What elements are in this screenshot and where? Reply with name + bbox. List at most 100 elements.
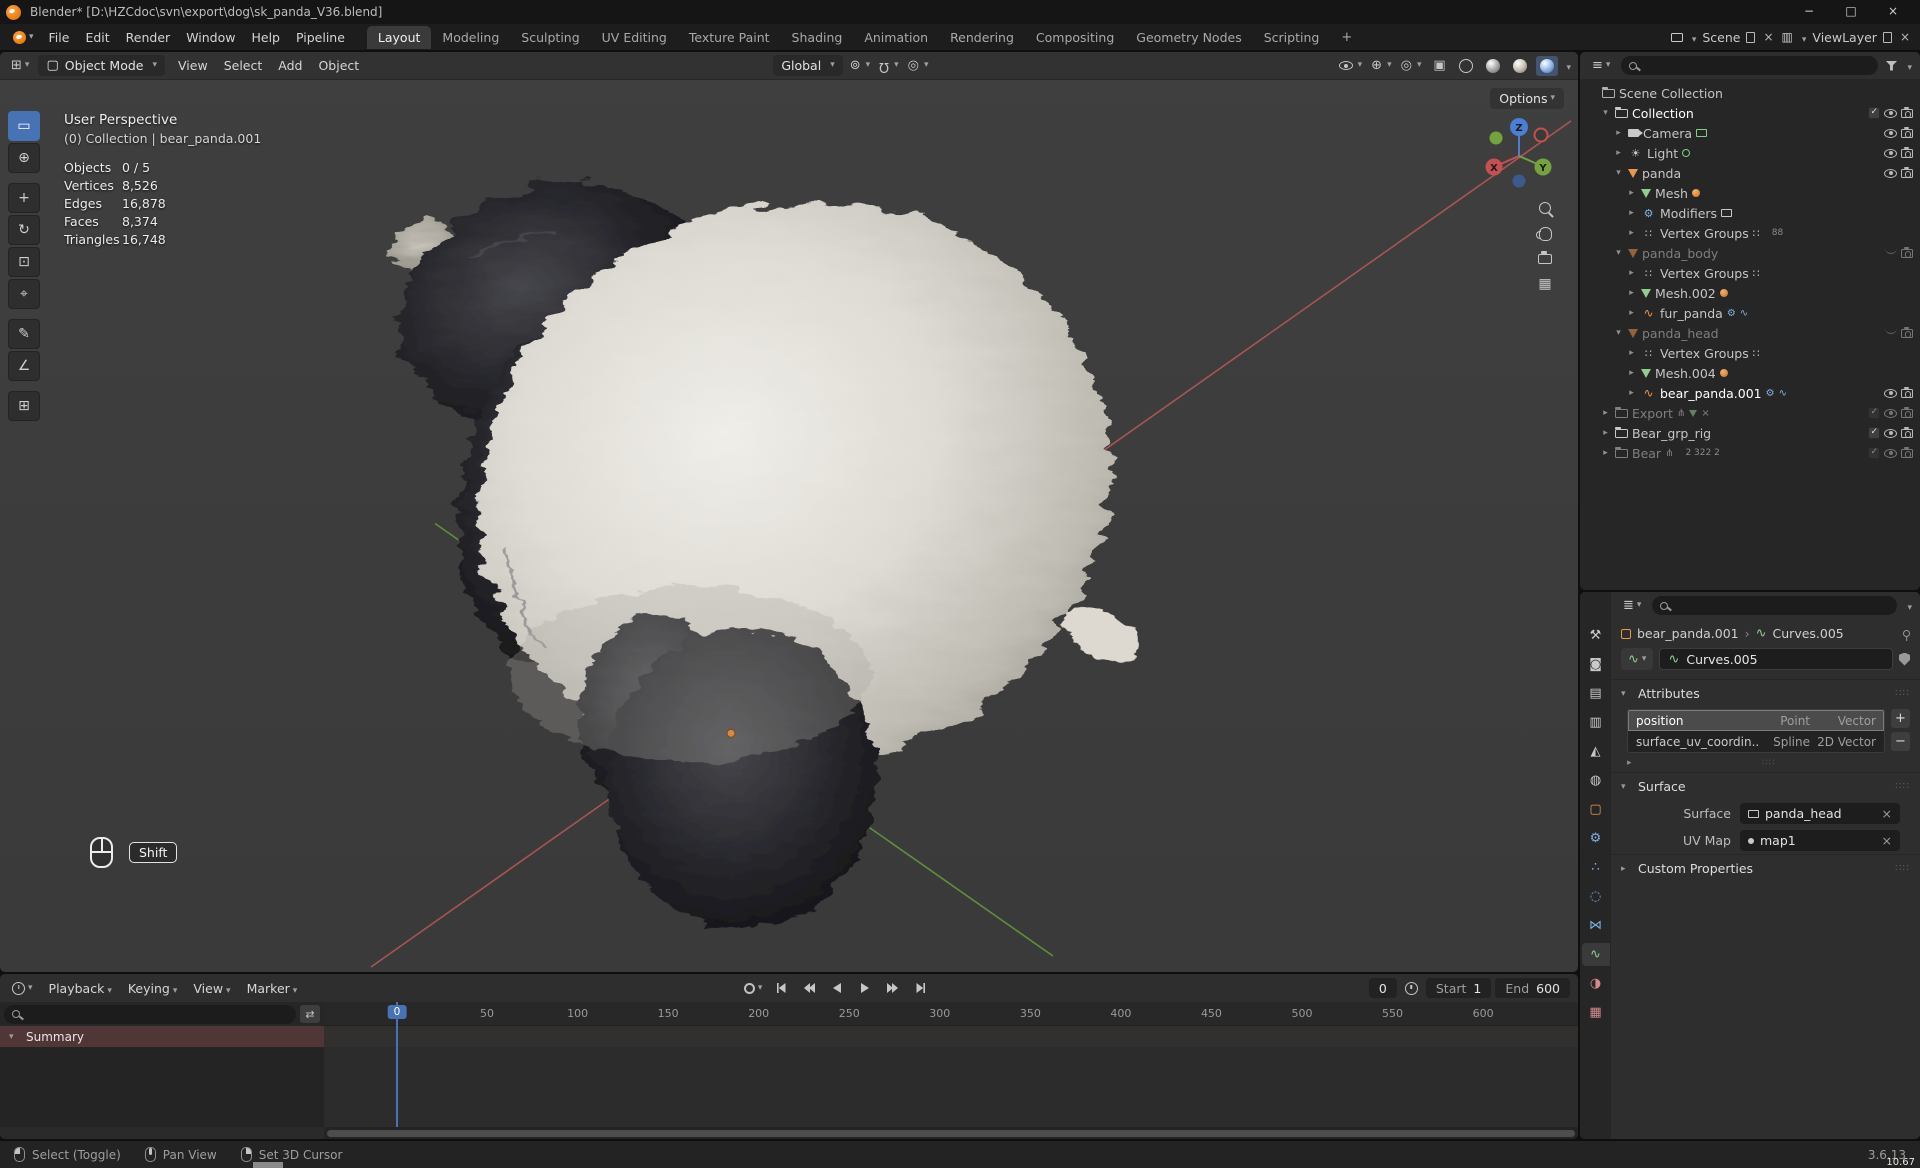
properties-options-dropdown[interactable] bbox=[1904, 598, 1912, 613]
section-expander[interactable]: ▸ bbox=[1621, 864, 1631, 874]
prev-keyframe-button[interactable] bbox=[797, 978, 821, 998]
menu-item[interactable]: Window bbox=[178, 27, 243, 48]
properties-tab[interactable]: ▤ bbox=[1582, 682, 1610, 705]
row-label[interactable]: Mesh bbox=[1655, 186, 1688, 201]
row-label[interactable]: Bear bbox=[1632, 446, 1661, 461]
attribute-row[interactable]: surface_uv_coordin... Spline 2D Vector bbox=[1628, 731, 1884, 752]
id-type-button[interactable]: ∿ bbox=[1621, 648, 1654, 670]
row-label[interactable]: Bear_grp_rig bbox=[1632, 426, 1711, 441]
properties-tab[interactable]: ◭ bbox=[1582, 740, 1610, 763]
new-viewlayer-icon[interactable] bbox=[1882, 31, 1892, 43]
expand-toggle[interactable]: ▸ bbox=[1600, 428, 1611, 438]
field-value[interactable]: panda_head × bbox=[1740, 803, 1900, 824]
outliner-row[interactable]: ▸ Modifiers bbox=[1583, 203, 1917, 223]
disable-render-toggle[interactable] bbox=[1901, 246, 1913, 258]
next-keyframe-button[interactable] bbox=[881, 978, 905, 998]
play-reverse-button[interactable] bbox=[825, 978, 849, 998]
frame-end-field[interactable]: End 600 bbox=[1495, 978, 1570, 998]
ortho-grid-icon[interactable]: ▦ bbox=[1538, 277, 1551, 291]
scrollbar-thumb[interactable] bbox=[327, 1129, 1575, 1137]
outliner-row[interactable]: ▸ Mesh bbox=[1583, 183, 1917, 203]
frame-start-field[interactable]: Start 1 bbox=[1425, 978, 1492, 998]
outliner-editor-type-button[interactable]: ≡ bbox=[1588, 57, 1614, 74]
timeline-editor[interactable]: PlaybackKeyingViewMarker 0 Start 1 End bbox=[0, 974, 1578, 1139]
workspace-tab[interactable]: Modeling bbox=[431, 26, 510, 49]
summary-expander[interactable]: ▾ bbox=[9, 1032, 19, 1042]
expand-toggle[interactable]: ▸ bbox=[1600, 408, 1611, 418]
breadcrumb-data[interactable]: Curves.005 bbox=[1773, 626, 1844, 641]
data-name-field[interactable]: ∿ Curves.005 bbox=[1659, 648, 1893, 670]
shading-rendered-button[interactable] bbox=[1536, 55, 1559, 76]
viewport-menu-item[interactable]: Add bbox=[270, 55, 310, 76]
viewlayer-name[interactable]: ViewLayer bbox=[1812, 30, 1877, 45]
properties-tab[interactable]: ▢ bbox=[1582, 798, 1610, 821]
row-label[interactable]: Vertex Groups bbox=[1660, 266, 1749, 281]
channel-search-input[interactable] bbox=[4, 1004, 296, 1024]
timeline-menu-item[interactable]: Playback bbox=[41, 978, 120, 999]
hide-viewport-toggle[interactable] bbox=[1885, 328, 1897, 334]
timeline-tracks[interactable] bbox=[324, 1026, 1578, 1127]
list-expander[interactable]: ▸ bbox=[1627, 758, 1632, 768]
pan-hand-icon[interactable] bbox=[1535, 227, 1552, 241]
scene-browse-button[interactable] bbox=[1689, 30, 1697, 45]
expand-toggle[interactable]: ▸ bbox=[1626, 228, 1637, 238]
properties-tab[interactable]: ◌ bbox=[1582, 885, 1610, 908]
hide-viewport-toggle[interactable] bbox=[1884, 128, 1897, 138]
viewport-menu-item[interactable]: View bbox=[170, 55, 216, 76]
remove-attribute-button[interactable]: − bbox=[1891, 732, 1910, 751]
shading-wireframe-button[interactable] bbox=[1455, 56, 1477, 76]
new-scene-icon[interactable] bbox=[1746, 31, 1756, 43]
viewport-menu-item[interactable]: Select bbox=[216, 55, 271, 76]
expand-toggle[interactable]: ▸ bbox=[1626, 308, 1637, 318]
properties-tab[interactable]: ⚙ bbox=[1582, 827, 1610, 850]
disable-render-toggle[interactable] bbox=[1901, 106, 1913, 118]
transform-orientation-selector[interactable]: Global bbox=[773, 55, 843, 76]
menu-item[interactable]: Render bbox=[118, 27, 179, 48]
outliner-row[interactable]: ▾ Collection bbox=[1583, 103, 1917, 123]
jump-to-end-button[interactable] bbox=[909, 978, 933, 998]
outliner-row[interactable]: Scene Collection bbox=[1583, 83, 1917, 103]
disable-render-toggle[interactable] bbox=[1901, 426, 1913, 438]
hide-viewport-toggle[interactable] bbox=[1884, 408, 1897, 418]
minimize-button[interactable]: − bbox=[1788, 0, 1830, 24]
zoom-icon[interactable] bbox=[1539, 202, 1551, 214]
row-label[interactable]: Scene Collection bbox=[1619, 86, 1723, 101]
workspace-tab[interactable]: Geometry Nodes bbox=[1125, 26, 1252, 49]
xray-toggle[interactable]: ▣ bbox=[1428, 56, 1450, 76]
tool-button[interactable]: ∠ bbox=[8, 351, 40, 381]
current-frame-field[interactable]: 0 bbox=[1368, 978, 1397, 998]
disable-render-toggle[interactable] bbox=[1901, 146, 1913, 158]
expand-toggle[interactable]: ▸ bbox=[1626, 368, 1637, 378]
exclude-checkbox[interactable] bbox=[1868, 447, 1880, 459]
expand-toggle[interactable]: ▸ bbox=[1626, 348, 1637, 358]
row-label[interactable]: Mesh.004 bbox=[1655, 366, 1716, 381]
outliner-row[interactable]: ▸ Mesh.004 bbox=[1583, 363, 1917, 383]
timeline-scrollbar[interactable] bbox=[324, 1127, 1578, 1139]
add-attribute-button[interactable]: + bbox=[1891, 709, 1910, 728]
row-label[interactable]: Mesh.002 bbox=[1655, 286, 1716, 301]
attributes-list[interactable]: position Point Vector surface_uv_coordin… bbox=[1627, 709, 1885, 753]
outliner-filter-dropdown[interactable] bbox=[1904, 58, 1912, 73]
properties-tab[interactable]: ◙ bbox=[1582, 653, 1610, 676]
scene-name[interactable]: Scene bbox=[1702, 30, 1740, 45]
timeline-body[interactable]: ⇄ ▾ Summary 0 50 100 150 200 250 300 350 400 450 5… bbox=[0, 1002, 1578, 1139]
field-value[interactable]: map1 × bbox=[1740, 830, 1900, 851]
outliner-row[interactable]: ▸ Vertex Groups 88 bbox=[1583, 223, 1917, 243]
disable-render-toggle[interactable] bbox=[1901, 166, 1913, 178]
menu-item[interactable]: Help bbox=[243, 27, 288, 48]
workspace-tab[interactable]: Animation bbox=[853, 26, 939, 49]
exclude-checkbox[interactable] bbox=[1868, 407, 1880, 419]
outliner-row[interactable]: ▾ panda_head bbox=[1583, 323, 1917, 343]
workspace-tab[interactable]: Shading bbox=[781, 26, 854, 49]
use-preview-range-button[interactable] bbox=[1401, 980, 1422, 997]
section-expander[interactable]: ▾ bbox=[1621, 689, 1631, 699]
hide-viewport-toggle[interactable] bbox=[1885, 248, 1897, 254]
pivot-point-selector[interactable]: ⊚ bbox=[848, 56, 872, 76]
menu-item[interactable]: Edit bbox=[77, 27, 117, 48]
expand-toggle[interactable]: ▸ bbox=[1626, 268, 1637, 278]
custom-properties-section-header[interactable]: ▸ Custom Properties bbox=[1611, 854, 1920, 882]
editor-type-button[interactable]: ⊞ bbox=[7, 57, 33, 74]
hide-viewport-toggle[interactable] bbox=[1884, 448, 1897, 458]
outliner-editor[interactable]: ≡ Scene Collection bbox=[1580, 52, 1920, 590]
properties-tab[interactable]: ◑ bbox=[1582, 972, 1610, 995]
